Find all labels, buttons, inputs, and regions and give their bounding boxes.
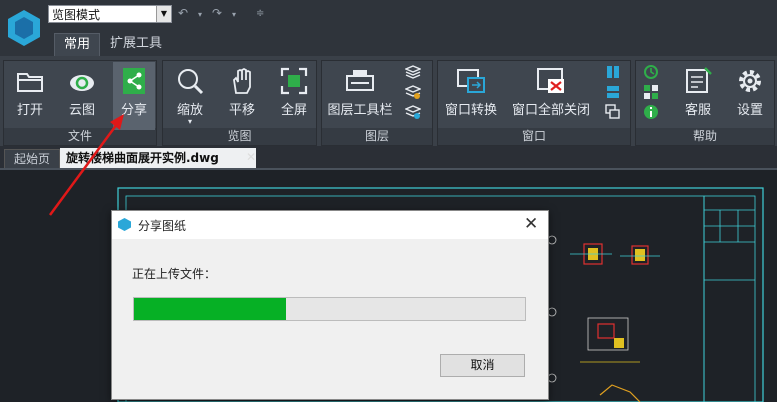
share-drawing-dialog: 分享图纸 ✕ 正在上传文件： 取消 — [111, 210, 549, 400]
window-switch-button[interactable]: 窗口转换 — [442, 66, 500, 118]
chevron-down-icon[interactable]: ▼ — [156, 6, 171, 22]
window-switch-icon — [456, 66, 486, 96]
close-icon[interactable]: ✕ — [524, 214, 538, 234]
fullscreen-button-label: 全屏 — [280, 103, 307, 118]
layer-state-icon[interactable] — [405, 84, 421, 100]
apps-grid-icon[interactable] — [643, 84, 659, 100]
cascade-icon[interactable] — [605, 104, 621, 120]
pan-button[interactable]: 平移 — [220, 66, 264, 118]
layer-toolbar-button[interactable]: 图层工具栏 — [325, 66, 395, 118]
dialog-title-bar: 分享图纸 ✕ — [112, 211, 548, 239]
close-window-icon — [536, 66, 566, 96]
info-icon[interactable] — [643, 104, 659, 120]
upload-progress-fill — [134, 298, 286, 320]
magnifier-icon — [175, 66, 205, 96]
annotation-arrow — [48, 114, 124, 216]
app-logo-icon — [118, 218, 131, 231]
tile-horizontal-icon[interactable] — [605, 84, 621, 100]
settings-button[interactable]: 设置 — [728, 66, 772, 118]
chevron-down-icon[interactable]: ▾ — [168, 118, 212, 126]
close-all-windows-button-label: 窗口全部关闭 — [511, 103, 590, 118]
tile-vertical-icon[interactable] — [605, 64, 621, 80]
fullscreen-icon — [279, 66, 309, 96]
customer-service-icon — [683, 66, 713, 96]
app-window: 览图模式 ▼ ↶ ▾ ↷ ▾ ≑ 常用 扩展工具 文件 打开 云图 分享 览图 — [0, 0, 777, 402]
dialog-title: 分享图纸 — [138, 219, 187, 233]
group-label: 帮助 — [636, 128, 774, 145]
zoom-button[interactable]: 缩放 ▾ — [168, 66, 212, 126]
tab-common[interactable]: 常用 — [54, 33, 100, 56]
fullscreen-button[interactable]: 全屏 — [272, 66, 316, 118]
layer-settings-icon[interactable] — [405, 104, 421, 120]
upload-progress-bar — [133, 297, 526, 321]
close-all-windows-button[interactable]: 窗口全部关闭 — [508, 66, 594, 118]
cloud-sync-icon — [67, 66, 97, 96]
group-label: 窗口 — [438, 128, 630, 145]
customer-service-button[interactable]: 客服 — [676, 66, 720, 118]
zoom-button-label: 缩放 — [176, 103, 203, 118]
settings-button-label: 设置 — [736, 103, 763, 118]
app-logo-icon — [8, 10, 40, 46]
undo-dropdown-icon[interactable]: ▾ — [198, 10, 202, 19]
gear-icon — [735, 66, 765, 96]
upload-status-text: 正在上传文件： — [132, 267, 217, 281]
group-label: 图层 — [322, 128, 432, 145]
layer-toolbar-icon — [345, 66, 375, 96]
window-switch-button-label: 窗口转换 — [444, 103, 497, 118]
layers-icon[interactable] — [405, 64, 421, 80]
layer-toolbar-button-label: 图层工具栏 — [327, 103, 393, 118]
customize-quick-access-icon[interactable]: ≑ — [256, 8, 264, 19]
undo-icon[interactable]: ↶ — [178, 6, 188, 20]
group-label: 览图 — [163, 128, 316, 145]
cancel-button[interactable]: 取消 — [440, 354, 525, 377]
mode-select[interactable]: 览图模式 ▼ — [48, 5, 172, 23]
tab-extension-tools[interactable]: 扩展工具 — [110, 33, 162, 55]
title-bar: 览图模式 ▼ ↶ ▾ ↷ ▾ ≑ 常用 扩展工具 — [0, 0, 777, 56]
redo-icon[interactable]: ↷ — [212, 6, 222, 20]
pan-button-label: 平移 — [228, 103, 255, 118]
mode-select-value: 览图模式 — [52, 8, 101, 22]
update-icon[interactable] — [643, 64, 659, 80]
hand-icon — [227, 66, 257, 96]
close-icon[interactable]: ✕ — [246, 150, 256, 164]
folder-icon — [15, 66, 45, 96]
redo-dropdown-icon[interactable]: ▾ — [232, 10, 236, 19]
share-icon — [119, 66, 149, 96]
customer-service-button-label: 客服 — [684, 103, 711, 118]
